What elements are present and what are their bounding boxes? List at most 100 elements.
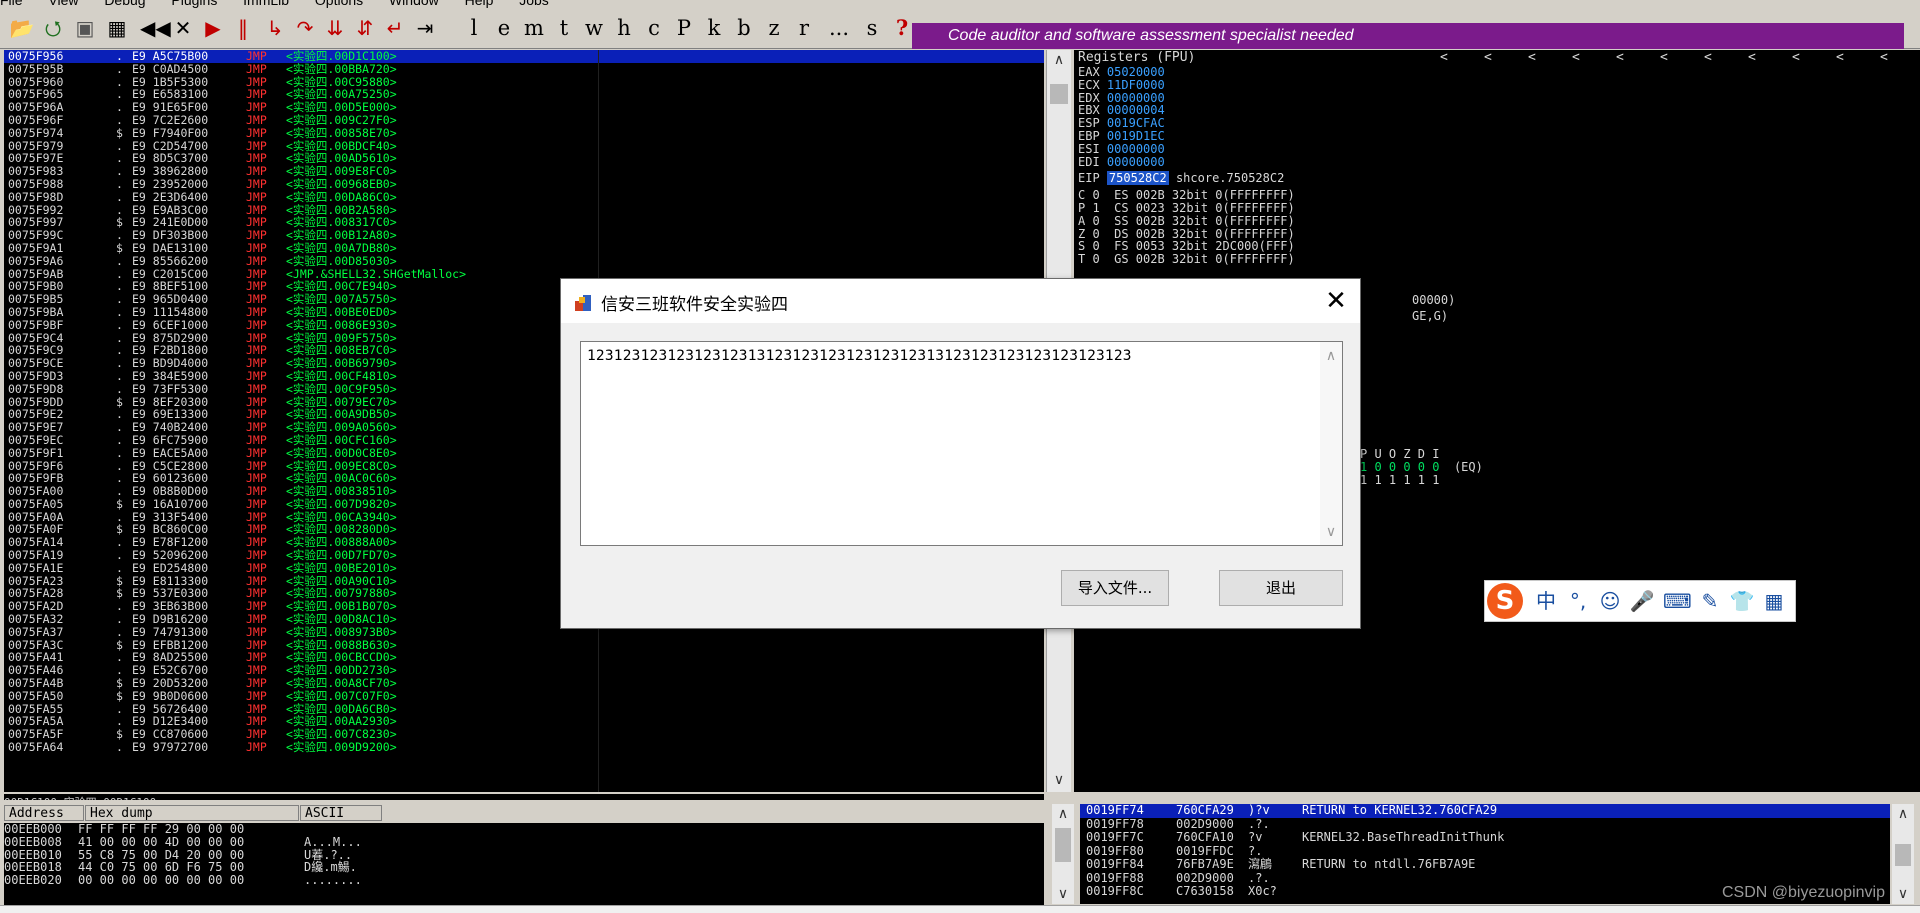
toolbar-e-button[interactable]: e — [490, 14, 518, 42]
register-ecx[interactable]: ECX 11DF0000 — [1074, 78, 1920, 92]
toolbar-ellipsis-button[interactable]: ... — [822, 14, 856, 42]
menu-plugins[interactable]: Plugins — [171, 0, 217, 8]
close-file-icon[interactable]: ▣ — [72, 14, 98, 42]
emoji-icon[interactable]: ☺ — [1597, 587, 1623, 615]
dump-scrollbar[interactable]: ∧ ∨ — [1052, 804, 1074, 904]
dump-row[interactable]: 00EEB000 FF FF FF FF 29 00 00 00 — [4, 823, 1044, 836]
content-textarea[interactable]: 1231231231231231231312312312312312312313… — [580, 341, 1343, 546]
grid-icon[interactable]: ▦ — [104, 14, 130, 42]
registers-header[interactable]: Registers (FPU) < < < < < < < < < < < — [1074, 50, 1920, 66]
toolbar-s-button[interactable]: s — [858, 14, 886, 42]
toolbar-c-button[interactable]: c — [640, 14, 668, 42]
toolbar-r-button[interactable]: r — [790, 14, 818, 42]
toolbar-p-button[interactable]: P — [670, 14, 698, 42]
register-esi[interactable]: ESI 00000000 — [1074, 142, 1920, 156]
register-eip[interactable]: EIP 750528C2 shcore.750528C2 — [1074, 171, 1920, 186]
disasm-row[interactable]: 0075F98D. E9 2E3D6400 JMP <实验四.00DA86C0> — [4, 190, 1044, 204]
scroll-down-icon[interactable]: ∨ — [1892, 884, 1914, 904]
pause-icon[interactable]: ‖ — [230, 14, 256, 42]
dialog-titlebar[interactable]: 信安三班软件安全实验四 ✕ — [561, 279, 1360, 323]
microphone-icon[interactable]: 🎤 — [1629, 587, 1655, 615]
run-icon[interactable]: ▶ — [200, 14, 226, 42]
scroll-up-icon[interactable]: ∧ — [1052, 804, 1074, 824]
stack-row[interactable]: 0019FF84 76FB7A9E 瀉鵳 RETURN to ntdll.76FB7A… — [1080, 857, 1890, 872]
disasm-row[interactable]: 0075F988. E9 23952000 JMP <实验四.00968EB0> — [4, 178, 1044, 191]
eip-value[interactable]: 750528C2 — [1106, 171, 1169, 186]
menu-file[interactable]: File — [0, 0, 23, 8]
stop-icon[interactable]: ✕ — [170, 14, 196, 42]
stack-row[interactable]: 0019FF80 0019FFDC?. — [1080, 844, 1890, 859]
step-into-icon[interactable]: ↳ — [262, 14, 288, 42]
toolbox-icon[interactable]: ▦ — [1761, 587, 1787, 615]
stack-row[interactable]: 0019FF78 002D9000.?. — [1080, 817, 1890, 832]
menu-window[interactable]: Window — [389, 0, 439, 8]
register-edx[interactable]: EDX 00000000 — [1074, 91, 1920, 105]
disasm-row[interactable]: 0075FA50 $ E9 9B0D0600 JMP <实验四.007C07F0> — [4, 690, 1044, 703]
stack-row[interactable]: 0019FF74 760CFA29)?v RETURN to KERNEL32.76… — [1080, 804, 1890, 818]
sogou-logo-icon[interactable]: S — [1487, 583, 1523, 619]
disasm-row[interactable]: 0075F9A6. E9 85566200 JMP <实验四.00D85030> — [4, 254, 1044, 268]
scroll-up-icon[interactable]: ∧ — [1047, 50, 1071, 70]
menu-debug[interactable]: Debug — [104, 0, 145, 8]
disasm-row[interactable]: 0075F974 $ E9 F7940F00 JMP <实验四.00858E70> — [4, 126, 1044, 140]
register-eax[interactable]: EAX 05020000 — [1074, 66, 1920, 79]
ime-toolbar[interactable]: S 中 °, ☺ 🎤 ⌨ ✎ 👕 ▦ — [1484, 580, 1796, 622]
scroll-up-icon[interactable]: ∧ — [1892, 804, 1914, 824]
toolbar-h-button[interactable]: h — [610, 14, 638, 42]
exit-button[interactable]: 退出 — [1219, 570, 1343, 606]
stack-row[interactable]: 0019FF7C 760CFA10 ?v KERNEL32.BaseThreadIni… — [1080, 830, 1890, 845]
disasm-row[interactable]: 0075F96F. E9 7C2E2600 JMP <实验四.009C27F0> — [4, 114, 1044, 127]
punctuation-icon[interactable]: °, — [1565, 587, 1591, 615]
execute-till-return-icon[interactable]: ↵ — [382, 14, 408, 42]
toolbar-m-button[interactable]: m — [520, 14, 548, 42]
step-over-icon[interactable]: ↷ — [292, 14, 318, 42]
dump-col-address[interactable]: Address — [4, 805, 84, 821]
toolbar-w-button[interactable]: w — [580, 14, 608, 42]
disasm-row[interactable]: 0075FA4B $ E9 20D53200 JMP <实验四.00A8CF70> — [4, 677, 1044, 690]
segment-register-row[interactable]: A 0 SS 002B 32bit 0(FFFFFFFF) — [1074, 214, 1920, 228]
register-value[interactable]: 00000000 — [1107, 155, 1165, 169]
chinese-mode-icon[interactable]: 中 — [1533, 587, 1559, 615]
toolbar-l-button[interactable]: l — [460, 14, 488, 42]
close-icon[interactable]: ✕ — [1319, 285, 1353, 317]
dump-col-hex[interactable]: Hex dump — [85, 805, 299, 821]
textarea-scrollbar[interactable]: ∧ ∨ — [1320, 342, 1342, 545]
toolbar-k-button[interactable]: k — [700, 14, 728, 42]
toolbar-z-button[interactable]: z — [760, 14, 788, 42]
stack-row[interactable]: 0019FF88 002D9000.?. — [1080, 871, 1890, 886]
import-file-button[interactable]: 导入文件... — [1061, 570, 1169, 606]
disasm-row[interactable]: 0075F9A1 $ E9 DAE13100 JMP <实验四.00A7DB80> — [4, 242, 1044, 255]
dump-col-ascii[interactable]: ASCII — [300, 805, 382, 821]
scroll-thumb[interactable] — [1895, 844, 1911, 866]
register-edi[interactable]: EDI 00000000 — [1074, 155, 1920, 169]
goto-icon[interactable]: ⇥ — [412, 14, 438, 42]
scroll-down-icon[interactable]: ∨ — [1052, 884, 1074, 904]
disasm-row[interactable]: 0075F956. E9 A5C75B00 JMP <实验四.00D1C100> — [4, 50, 1044, 63]
scroll-down-icon[interactable]: ∨ — [1047, 770, 1071, 790]
toolbar-b-button[interactable]: b — [730, 14, 758, 42]
register-esp[interactable]: ESP 0019CFAC — [1074, 117, 1920, 130]
menu-jobs[interactable]: Jobs — [519, 0, 549, 8]
scroll-thumb[interactable] — [1050, 84, 1068, 104]
toolbar-t-button[interactable]: t — [550, 14, 578, 42]
rewind-icon[interactable]: ◀◀ — [140, 14, 171, 42]
open-folder-icon[interactable]: 📂 — [8, 14, 36, 42]
job-banner[interactable]: Code auditor and software assessment spe… — [912, 23, 1904, 49]
handwriting-icon[interactable]: ✎ — [1697, 587, 1723, 615]
scroll-up-icon[interactable]: ∧ — [1320, 346, 1342, 366]
register-ebx[interactable]: EBX 00000004 — [1074, 104, 1920, 117]
segment-register-row[interactable]: T 0 GS 002B 32bit 0(FFFFFFFF) — [1074, 253, 1920, 266]
experiment-dialog[interactable]: 信安三班软件安全实验四 ✕ 12312312312312312313123123… — [560, 278, 1361, 629]
restart-icon[interactable]: ⭯ — [40, 14, 66, 42]
stack-scrollbar[interactable]: ∧ ∨ — [1892, 804, 1914, 904]
keyboard-icon[interactable]: ⌨ — [1663, 587, 1692, 615]
menu-view[interactable]: View — [48, 0, 78, 8]
disasm-row[interactable]: 0075FA64. E9 97972700 JMP <实验四.009D9200> — [4, 741, 1044, 754]
scroll-thumb[interactable] — [1055, 828, 1071, 862]
dump-pane[interactable]: 00EEB000 FF FF FF FF 29 00 00 00 00EEB008 4… — [4, 823, 1044, 905]
menu-options[interactable]: Options — [315, 0, 363, 8]
dump-row[interactable]: 00EEB020 00 00 00 00 00 00 00 00........ — [4, 874, 1044, 887]
trace-over-icon[interactable]: ⇵ — [352, 14, 378, 42]
register-ebp[interactable]: EBP 0019D1EC — [1074, 130, 1920, 143]
menu-help[interactable]: Help — [465, 0, 494, 8]
